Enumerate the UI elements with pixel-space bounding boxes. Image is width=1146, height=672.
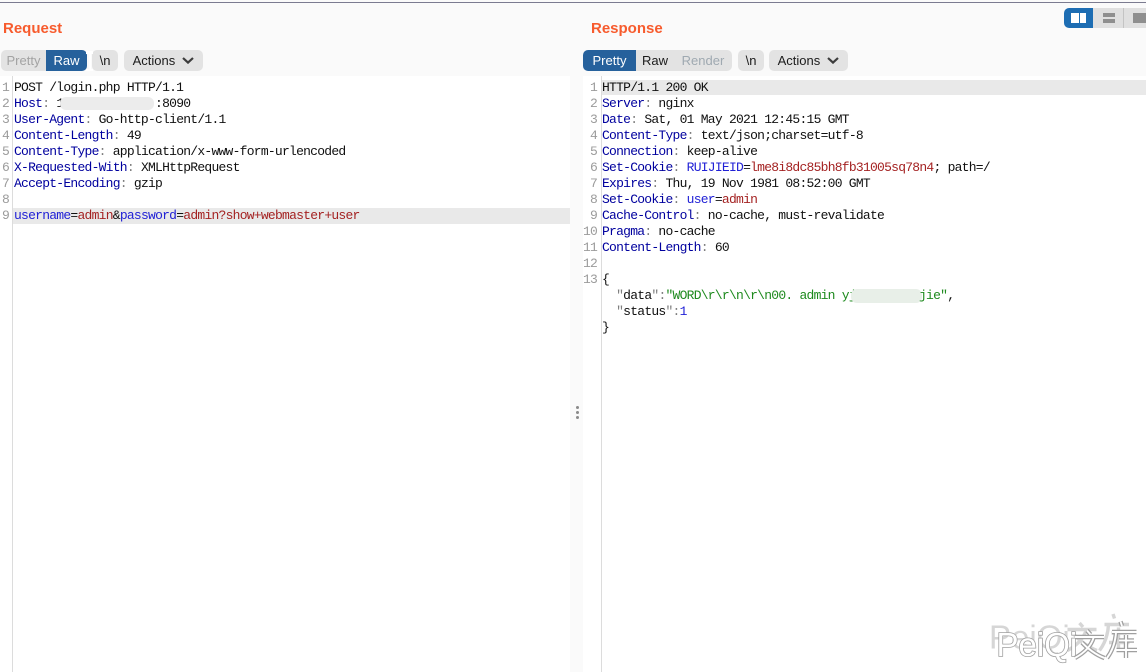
svg-text:PeiQi: PeiQi xyxy=(997,626,1078,663)
